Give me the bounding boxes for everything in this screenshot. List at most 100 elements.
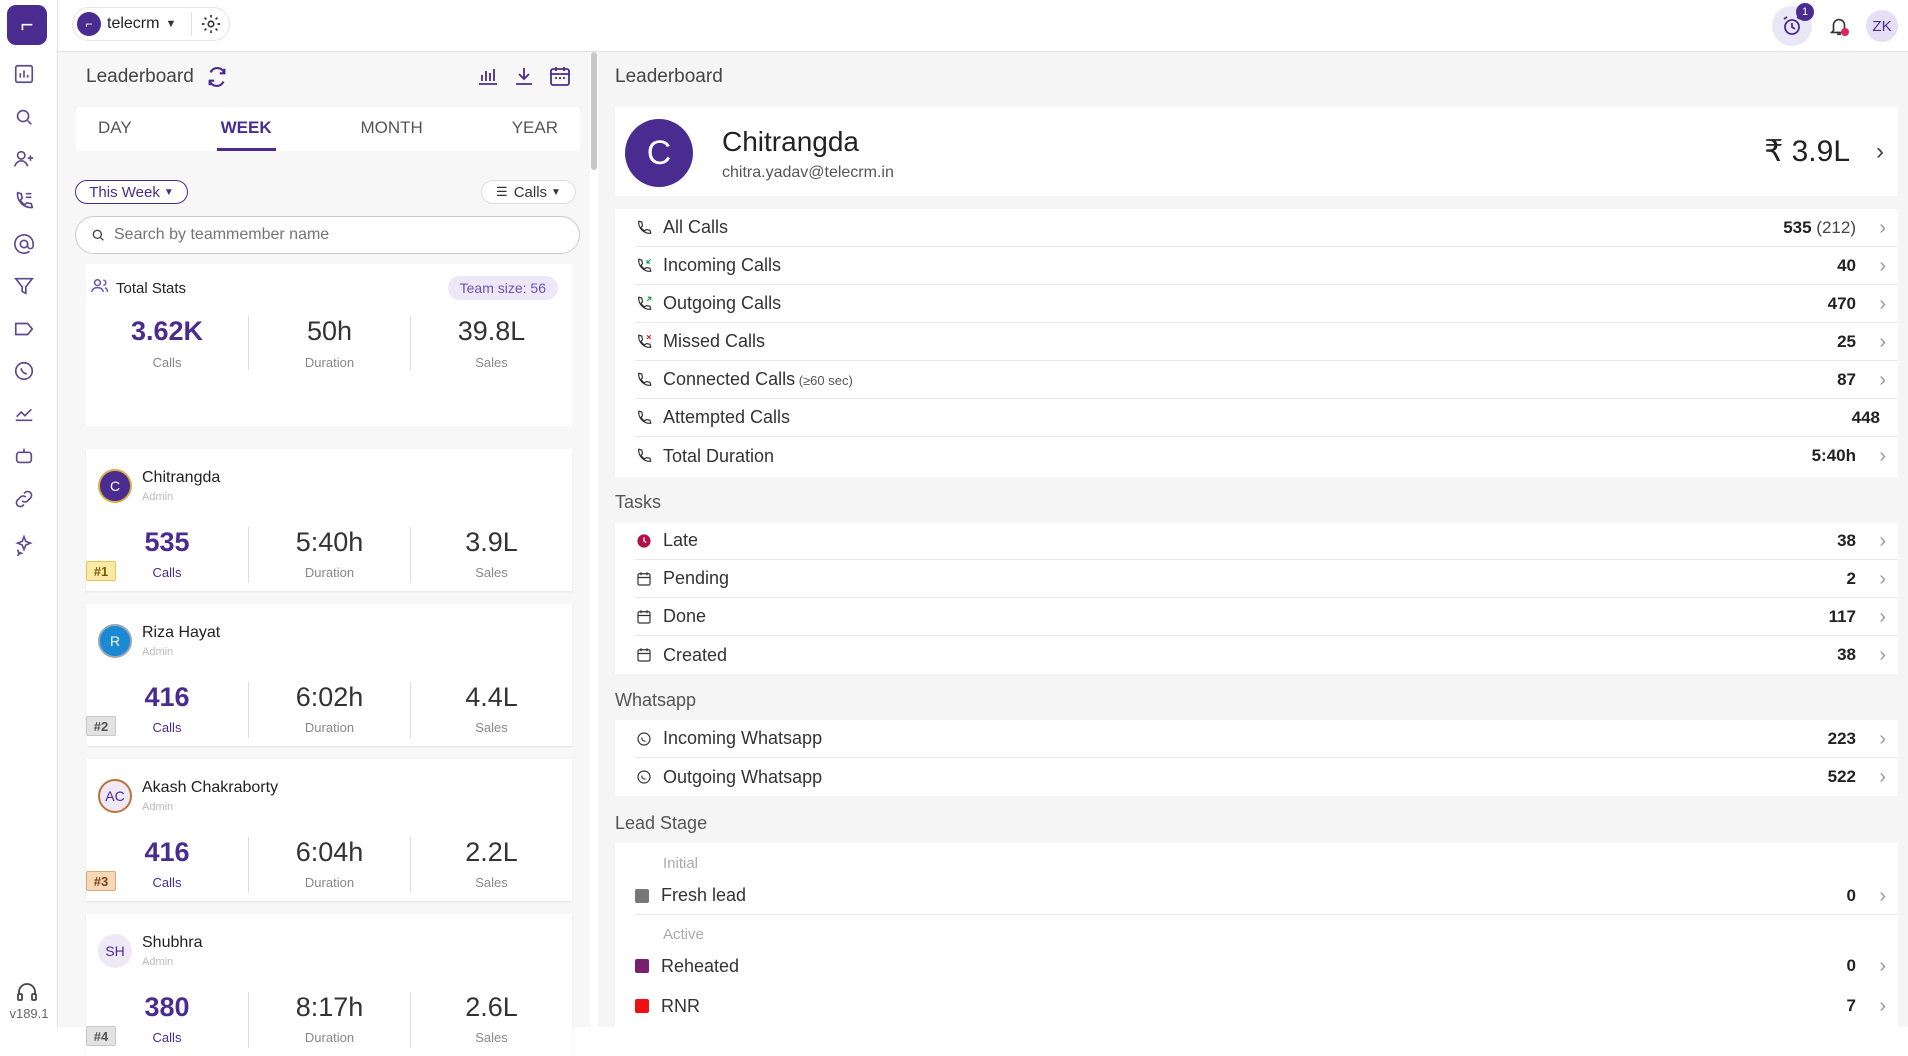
profile-card[interactable]: C Chitrangda chitra.yadav@telecrm.in ₹ 3… (615, 106, 1898, 196)
refresh-icon[interactable] (206, 66, 228, 88)
download-icon[interactable] (512, 64, 536, 88)
task-label: Late (663, 530, 699, 550)
tab-week[interactable]: WEEK (216, 107, 276, 151)
member-name: Chitrangda (142, 469, 221, 486)
sales-label: Sales (475, 875, 508, 890)
chevron-right-icon: › (1879, 885, 1886, 907)
task-row-created[interactable]: Created 38 › (635, 636, 1898, 674)
member-role: Admin (142, 491, 174, 503)
lead-row-fresh-lead[interactable]: Fresh lead 0 › (635, 877, 1898, 915)
stat-row-total-duration[interactable]: Total Duration 5:40h › (635, 437, 1898, 475)
alarm-button[interactable]: 1 (1772, 3, 1814, 46)
scrollbar[interactable] (591, 52, 597, 170)
period-tabs: DAY WEEK MONTH YEAR (76, 107, 580, 151)
workspace-switcher[interactable]: ⌐ telecrm ▼ (72, 7, 230, 41)
user-avatar[interactable]: ZK (1866, 10, 1898, 42)
leaderboard-panel: Leaderboard DAY WEEK MONTH YEAR This Wee… (58, 52, 590, 1056)
member-sales: 2.2L (465, 837, 518, 867)
tag-icon[interactable] (9, 314, 39, 344)
tab-day[interactable]: DAY (96, 107, 134, 151)
sales-label: Sales (475, 355, 508, 370)
stat-row-all-calls[interactable]: All Calls 535 (212) › (635, 209, 1898, 247)
calendar-icon (635, 644, 663, 666)
member-card[interactable]: C Chitrangda Admin 535 Calls 5:40h Duratio… (86, 449, 572, 591)
member-role: Admin (142, 801, 174, 813)
at-icon[interactable] (9, 229, 39, 259)
panel-title: Leaderboard (615, 66, 723, 87)
add-user-icon[interactable] (9, 144, 39, 174)
total-calls: 3.62K (130, 316, 204, 346)
filter-icon[interactable] (9, 271, 39, 301)
calendar-icon[interactable] (548, 64, 572, 88)
task-row-pending[interactable]: Pending 2 › (635, 560, 1898, 598)
search-icon[interactable] (9, 102, 39, 132)
lead-label: Reheated (661, 955, 740, 976)
sparkle-icon[interactable] (9, 530, 39, 560)
chevron-right-icon: › (1879, 445, 1886, 467)
bar-chart-icon[interactable] (476, 64, 500, 88)
missed-call-icon (635, 331, 663, 353)
chevron-right-icon[interactable]: › (1876, 138, 1884, 166)
headset-icon[interactable] (12, 980, 42, 1004)
lead-value: 0 (1846, 956, 1856, 975)
tab-year[interactable]: YEAR (510, 107, 560, 151)
whatsapp-row-outgoing[interactable]: Outgoing Whatsapp 522 › (635, 758, 1898, 796)
calls-stats-block: All Calls 535 (212) › Incoming Calls 40 … (615, 209, 1898, 477)
app-logo[interactable]: ⌐ (7, 5, 47, 45)
profile-email: chitra.yadav@telecrm.in (722, 164, 894, 181)
lead-row-reheated[interactable]: Reheated 0 › (635, 947, 1898, 985)
period-filter-dropdown[interactable]: This Week ▼ (75, 180, 188, 204)
lead-stage-block: Initial Fresh lead 0 › Active Reheated 0… (615, 843, 1898, 1033)
member-role: Admin (142, 646, 174, 658)
task-row-done[interactable]: Done 117 › (635, 598, 1898, 636)
stat-value: 470 (1827, 293, 1856, 313)
notifications-button[interactable] (1824, 11, 1854, 41)
bot-icon[interactable] (9, 441, 39, 471)
stat-row-outgoing-calls[interactable]: Outgoing Calls 470 › (635, 285, 1898, 323)
member-detail-panel: Leaderboard C Chitrangda chitra.yadav@te… (598, 52, 1908, 1033)
lead-row-rnr[interactable]: RNR 7 › (635, 987, 1898, 1025)
whatsapp-icon[interactable] (9, 356, 39, 386)
whatsapp-value: 522 (1827, 767, 1856, 786)
chevron-right-icon: › (1879, 995, 1886, 1017)
chevron-right-icon: › (1879, 331, 1886, 353)
workspace-logo-icon: ⌐ (77, 12, 101, 36)
member-card[interactable]: SH Shubhra Admin 380 Calls 8:17h Duration … (86, 914, 572, 1056)
lead-group-label: Active (663, 926, 704, 943)
calendar-icon (635, 568, 663, 590)
metric-filter-dropdown[interactable]: ☰ Calls ▼ (481, 180, 576, 204)
metric-filter-label: Calls (513, 183, 548, 201)
dashboard-icon[interactable] (9, 59, 39, 89)
stat-value: 5:40h (1811, 446, 1856, 465)
gear-icon[interactable] (200, 13, 222, 35)
whatsapp-label: Outgoing Whatsapp (663, 766, 823, 787)
member-search-input[interactable] (114, 226, 554, 244)
member-card[interactable]: R Riza Hayat Admin 416 Calls 6:02h Duratio… (86, 604, 572, 746)
reports-icon[interactable] (9, 398, 39, 428)
whatsapp-row-incoming[interactable]: Incoming Whatsapp 223 › (635, 720, 1898, 758)
stat-row-incoming-calls[interactable]: Incoming Calls 40 › (635, 247, 1898, 285)
search-icon (92, 229, 104, 241)
member-calls: 380 (144, 992, 190, 1022)
stat-row-connected-calls[interactable]: Connected Calls (≥60 sec) 87 › (635, 361, 1898, 399)
task-row-late[interactable]: Late 38 › (635, 522, 1898, 560)
panel-title: Leaderboard (86, 66, 194, 87)
calls-icon[interactable] (9, 186, 39, 216)
profile-name: Chitrangda (722, 126, 859, 157)
member-duration: 6:02h (295, 682, 364, 712)
tab-month[interactable]: MONTH (358, 107, 424, 151)
member-calls: 535 (144, 527, 190, 557)
member-card[interactable]: AC Akash Chakraborty Admin 416 Calls 6:04… (86, 759, 572, 901)
duration-label: Duration (304, 355, 355, 370)
incoming-call-icon (635, 255, 663, 277)
avatar: SH (98, 934, 132, 968)
profile-sales: ₹ 3.9L (1764, 135, 1850, 168)
stat-value: 535 (1783, 217, 1812, 237)
whatsapp-label: Incoming Whatsapp (663, 728, 823, 748)
chevron-down-icon: ▼ (551, 186, 561, 198)
stat-label: Attempted Calls (663, 407, 791, 427)
stat-row-missed-calls[interactable]: Missed Calls 25 › (635, 323, 1898, 361)
member-duration: 8:17h (295, 992, 364, 1022)
chevron-right-icon: › (1879, 255, 1886, 277)
link-icon[interactable] (9, 484, 39, 514)
